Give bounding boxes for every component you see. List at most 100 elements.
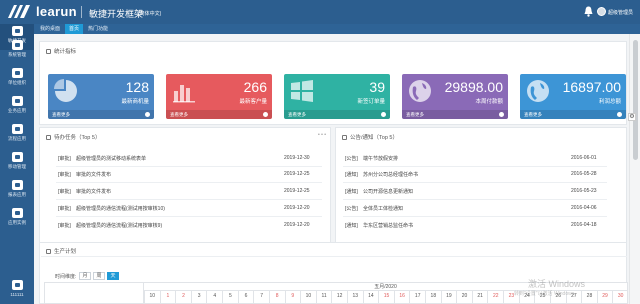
sidebar-item-business[interactable]: 业务应用	[0, 94, 34, 120]
stat-more-link[interactable]: 查看更多	[166, 110, 272, 119]
notice-row[interactable]: [通知] 华东区营销总监任命书 2016-04-18	[345, 222, 605, 231]
notice-date: 2016-05-23	[571, 188, 597, 194]
demo-icon	[11, 208, 23, 218]
granularity-month-button[interactable]: 月	[79, 272, 91, 280]
org-icon	[11, 68, 23, 78]
report-icon	[11, 180, 23, 190]
stats-panel-header: 统计指标	[46, 47, 76, 55]
stat-card-orders[interactable]: 39 新签订单量 查看更多	[284, 74, 390, 119]
gantt-day-cell: 2	[175, 291, 191, 304]
bell-icon[interactable]	[584, 6, 593, 17]
granularity-week-button[interactable]: 周	[93, 272, 105, 280]
stat-label: 新签订单量	[357, 99, 385, 105]
stat-more-link[interactable]: 查看更多	[284, 110, 390, 119]
todo-date: 2019-12-20	[284, 205, 310, 211]
stat-more-text: 查看更多	[170, 112, 188, 117]
scrollbar-thumb[interactable]	[633, 40, 638, 160]
granularity-day-button[interactable]: 天	[107, 272, 119, 280]
notice-row[interactable]: [公告] 全体员工体检通知 2016-04-06	[345, 205, 605, 214]
sidebar-item-org[interactable]: 单位组织	[0, 66, 34, 92]
tab-hot-functions[interactable]: 热门功能	[84, 24, 112, 34]
stat-card-opportunities[interactable]: 128 最新商机量 查看更多	[48, 74, 154, 119]
notice-row[interactable]: [通知] 公司开源信息更新通知 2016-05-23	[345, 188, 605, 197]
todo-row[interactable]: [审批] 超级管理员的通信流程(测试用按审核10) 2019-12-20	[58, 205, 320, 214]
stat-card-payments[interactable]: 29898.00 本周付款额 查看更多	[402, 74, 508, 119]
vertical-scrollbar[interactable]	[629, 34, 640, 304]
brand-name: learun	[36, 4, 77, 19]
gantt-day-cell: 14	[362, 291, 379, 304]
stat-label: 利润总额	[598, 99, 621, 105]
sidebar-item-label: 111111	[10, 292, 24, 297]
bar-icon	[173, 85, 195, 103]
divider	[41, 256, 627, 257]
sidebar-item-report[interactable]: 报表应用	[0, 178, 34, 204]
sidebar-item-label: 报表应用	[8, 192, 26, 197]
todo-row[interactable]: [审批] 审批的文件发布 2019-12-25	[58, 188, 320, 197]
stat-more-link[interactable]: 查看更多	[520, 110, 626, 119]
system-title: 敏捷开发框架	[89, 9, 144, 19]
gear-icon[interactable]: ⚙	[628, 113, 636, 121]
stat-label: 最新商机量	[121, 99, 149, 105]
gantt-day-cell: 9	[284, 291, 301, 304]
stat-value: 39	[369, 79, 385, 95]
todo-tag: [审批]	[58, 172, 71, 178]
arrow-right-icon	[263, 112, 268, 117]
gantt-day-cell: 15	[378, 291, 394, 304]
windows-icon	[291, 80, 313, 102]
todo-row[interactable]: [审批] 超级管理员的通信流程(测试用按审核9) 2019-12-20	[58, 222, 320, 231]
divider	[343, 216, 607, 217]
arrow-right-icon	[145, 112, 150, 117]
notice-row[interactable]: [通知] 苏州分公司总经理任命书 2016-05-28	[345, 171, 605, 180]
sidebar-item-label: 单位组织	[8, 80, 26, 85]
divider	[81, 6, 82, 18]
gantt-day-cell: 20	[456, 291, 472, 304]
todo-row[interactable]: [审批] 审批的文件发布 2019-12-25	[58, 171, 320, 180]
language-label[interactable]: (简体中文)	[138, 10, 161, 17]
divider	[343, 182, 607, 183]
granularity-label: 时间维度:	[55, 274, 77, 280]
notice-row[interactable]: [公告] 端午节放假安排 2016-06-01	[345, 155, 605, 164]
notice-tag: [公告]	[345, 206, 358, 212]
app-icon	[11, 280, 23, 290]
plan-panel-header: 生产计划	[46, 247, 76, 255]
globe-icon	[409, 80, 431, 102]
todo-row[interactable]: [审批] 超级管理员的测试移动系统表单 2019-12-30	[58, 155, 320, 164]
sidebar-item-system[interactable]: 系统管理	[0, 38, 34, 64]
app-icon	[11, 96, 23, 106]
pie-icon	[54, 79, 77, 102]
notice-text: 华东区营销总监任命书	[363, 223, 414, 229]
stat-card-customers[interactable]: 266 最新客户量 查看更多	[166, 74, 272, 119]
sidebar-item-label: 移动管理	[8, 164, 26, 169]
notice-date: 2016-04-06	[571, 205, 597, 211]
notice-date: 2016-06-01	[571, 155, 597, 161]
notice-date: 2016-05-28	[571, 171, 597, 177]
notice-tag: [通知]	[345, 172, 358, 178]
user-name[interactable]: 超级管理员	[608, 9, 633, 16]
notice-panel-header: 公告/通知（Top 5）	[342, 133, 398, 141]
todo-tag: [审批]	[58, 223, 71, 229]
stat-value: 29898.00	[444, 79, 503, 95]
sidebar-item-111111[interactable]: 111111	[0, 278, 34, 304]
sidebar-item-demo[interactable]: 应用实例	[0, 206, 34, 232]
stat-card-profit[interactable]: 16897.00 利润总额 查看更多	[520, 74, 626, 119]
gantt-day-cell: 6	[237, 291, 254, 304]
gantt-day-cell: 19	[440, 291, 457, 304]
stat-more-link[interactable]: 查看更多	[48, 110, 154, 119]
sidebar-item-label: 业务应用	[8, 108, 26, 113]
more-dots-button[interactable]: • • •	[318, 132, 326, 138]
avatar[interactable]	[597, 7, 606, 16]
gantt-day-cell: 21	[471, 291, 488, 304]
gantt-day-cell: 13	[346, 291, 363, 304]
tab-my-desktop[interactable]: 我的桌面	[36, 24, 64, 34]
gantt-day-cell: 4	[206, 291, 222, 304]
tab-home[interactable]: 首页	[65, 24, 84, 34]
arrow-right-icon	[381, 112, 386, 117]
sidebar-item-flow[interactable]: 流程应用	[0, 122, 34, 148]
sidebar-item-label: 应用实例	[8, 220, 26, 225]
stat-more-link[interactable]: 查看更多	[402, 110, 508, 119]
stats-panel-title: 统计指标	[54, 49, 77, 55]
todo-text: 审批的文件发布	[76, 189, 112, 195]
logo-icon	[8, 5, 30, 18]
sidebar-item-mobile[interactable]: 移动管理	[0, 150, 34, 176]
stat-more-text: 查看更多	[524, 112, 542, 117]
